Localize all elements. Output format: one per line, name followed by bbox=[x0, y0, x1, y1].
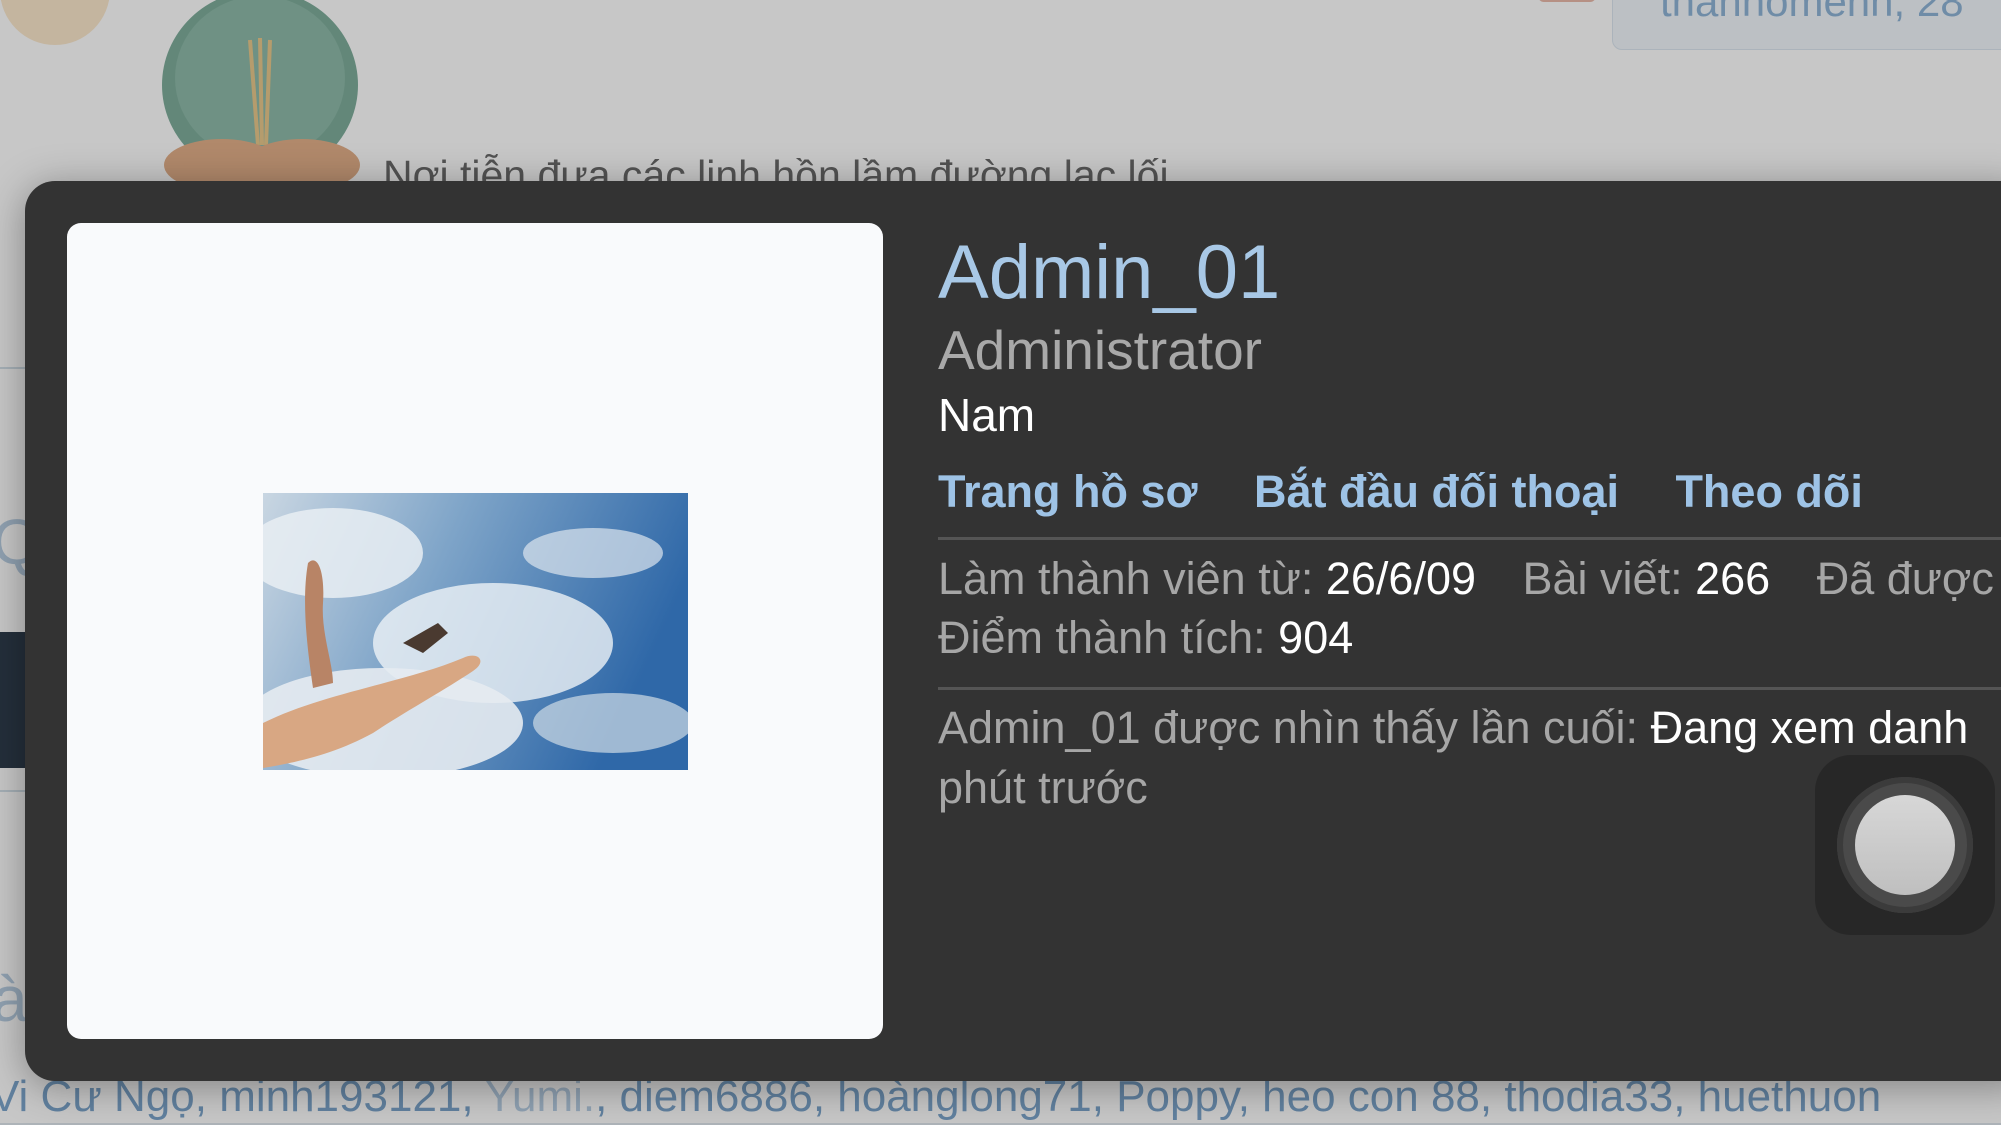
start-conversation-link[interactable]: Bắt đầu đối thoại bbox=[1254, 466, 1619, 518]
follow-link[interactable]: Theo dõi bbox=[1675, 466, 1862, 518]
member-title: Administrator bbox=[938, 319, 1262, 381]
posts-label: Bài viết: bbox=[1522, 553, 1683, 604]
joined-label: Làm thành viên từ: bbox=[938, 553, 1314, 604]
last-seen-value: Đang xem danh bbox=[1650, 702, 1969, 753]
avatar[interactable] bbox=[263, 493, 688, 770]
member-stats-row: Làm thành viên từ: 26/6/09 Bài viết: 266… bbox=[938, 553, 1994, 605]
last-seen-row: Admin_01 được nhìn thấy lần cuối: Đang x… bbox=[938, 702, 2001, 754]
member-stats-row: Điểm thành tích: 904 bbox=[938, 612, 1387, 664]
points-value[interactable]: 904 bbox=[1278, 612, 1353, 663]
points-label: Điểm thành tích: bbox=[938, 612, 1266, 663]
avatar-panel[interactable] bbox=[67, 223, 883, 1039]
joined-value: 26/6/09 bbox=[1325, 553, 1476, 604]
assistive-touch-button[interactable] bbox=[1815, 755, 1995, 935]
member-username[interactable]: Admin_01 bbox=[938, 229, 1280, 316]
last-seen-time: phút trước bbox=[938, 762, 1148, 813]
member-gender: Nam bbox=[938, 389, 1036, 441]
divider bbox=[938, 537, 2001, 540]
profile-page-link[interactable]: Trang hồ sơ bbox=[938, 466, 1198, 518]
divider bbox=[938, 687, 2001, 690]
likes-label: Đã được bbox=[1816, 553, 1994, 604]
member-card-links: Trang hồ sơ Bắt đầu đối thoại Theo dõi bbox=[938, 466, 1915, 526]
last-seen-label: Admin_01 được nhìn thấy lần cuối: bbox=[938, 702, 1639, 753]
posts-value[interactable]: 266 bbox=[1695, 553, 1770, 604]
assistive-touch-icon bbox=[1837, 777, 1973, 913]
